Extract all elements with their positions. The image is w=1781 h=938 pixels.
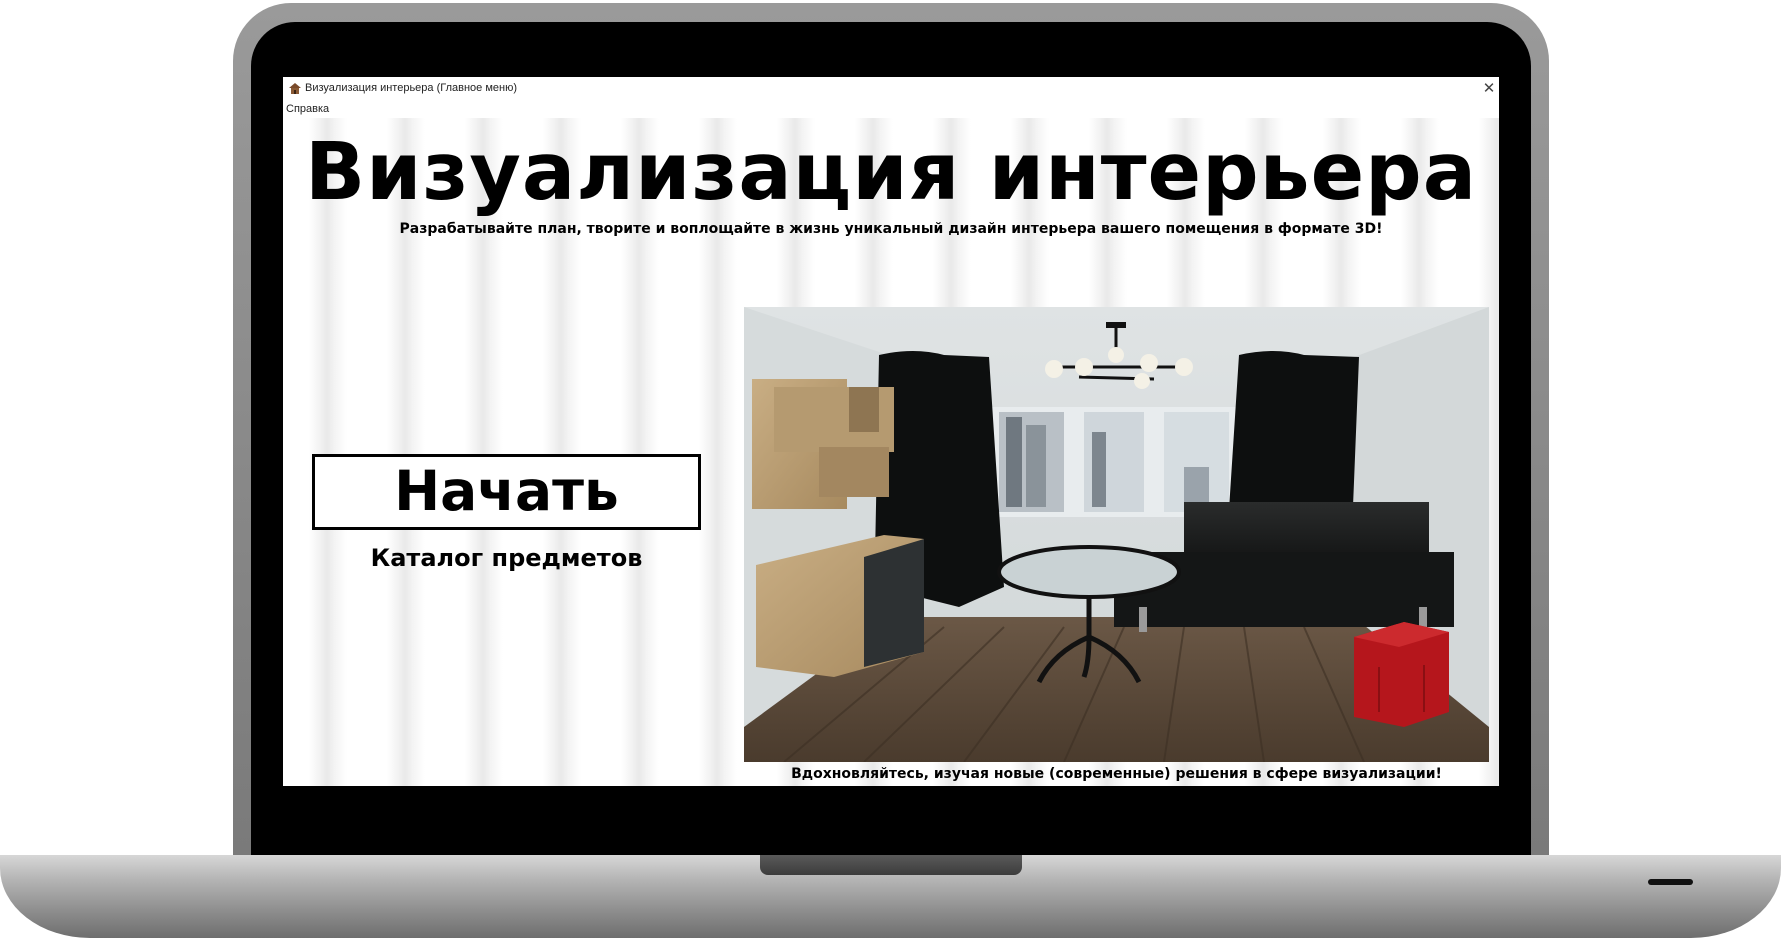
- image-caption: Вдохновляйтесь, изучая новые (современны…: [791, 766, 1442, 782]
- close-icon: ✕: [1482, 80, 1496, 97]
- menu-bar: Справка: [283, 100, 1499, 118]
- laptop-hinge-notch: [760, 855, 1022, 875]
- house-icon: [289, 83, 301, 94]
- start-button[interactable]: Начать: [312, 454, 701, 530]
- laptop-indicator-led: [1648, 879, 1693, 885]
- app-window: Визуализация интерьера (Главное меню) ✕ …: [283, 77, 1499, 786]
- room-preview-image: [744, 307, 1489, 762]
- catalog-button[interactable]: Каталог предметов: [312, 544, 701, 572]
- main-menu-panel: Визуализация интерьера Разрабатывайте пл…: [283, 118, 1499, 786]
- menu-item-help[interactable]: Справка: [286, 103, 329, 115]
- window-title: Визуализация интерьера (Главное меню): [305, 82, 518, 94]
- title-bar[interactable]: Визуализация интерьера (Главное меню) ✕: [283, 77, 1499, 100]
- close-button[interactable]: ✕: [1480, 80, 1498, 98]
- page-title: Визуализация интерьера: [304, 126, 1478, 218]
- page-subtitle: Разрабатывайте план, творите и воплощайт…: [399, 221, 1383, 237]
